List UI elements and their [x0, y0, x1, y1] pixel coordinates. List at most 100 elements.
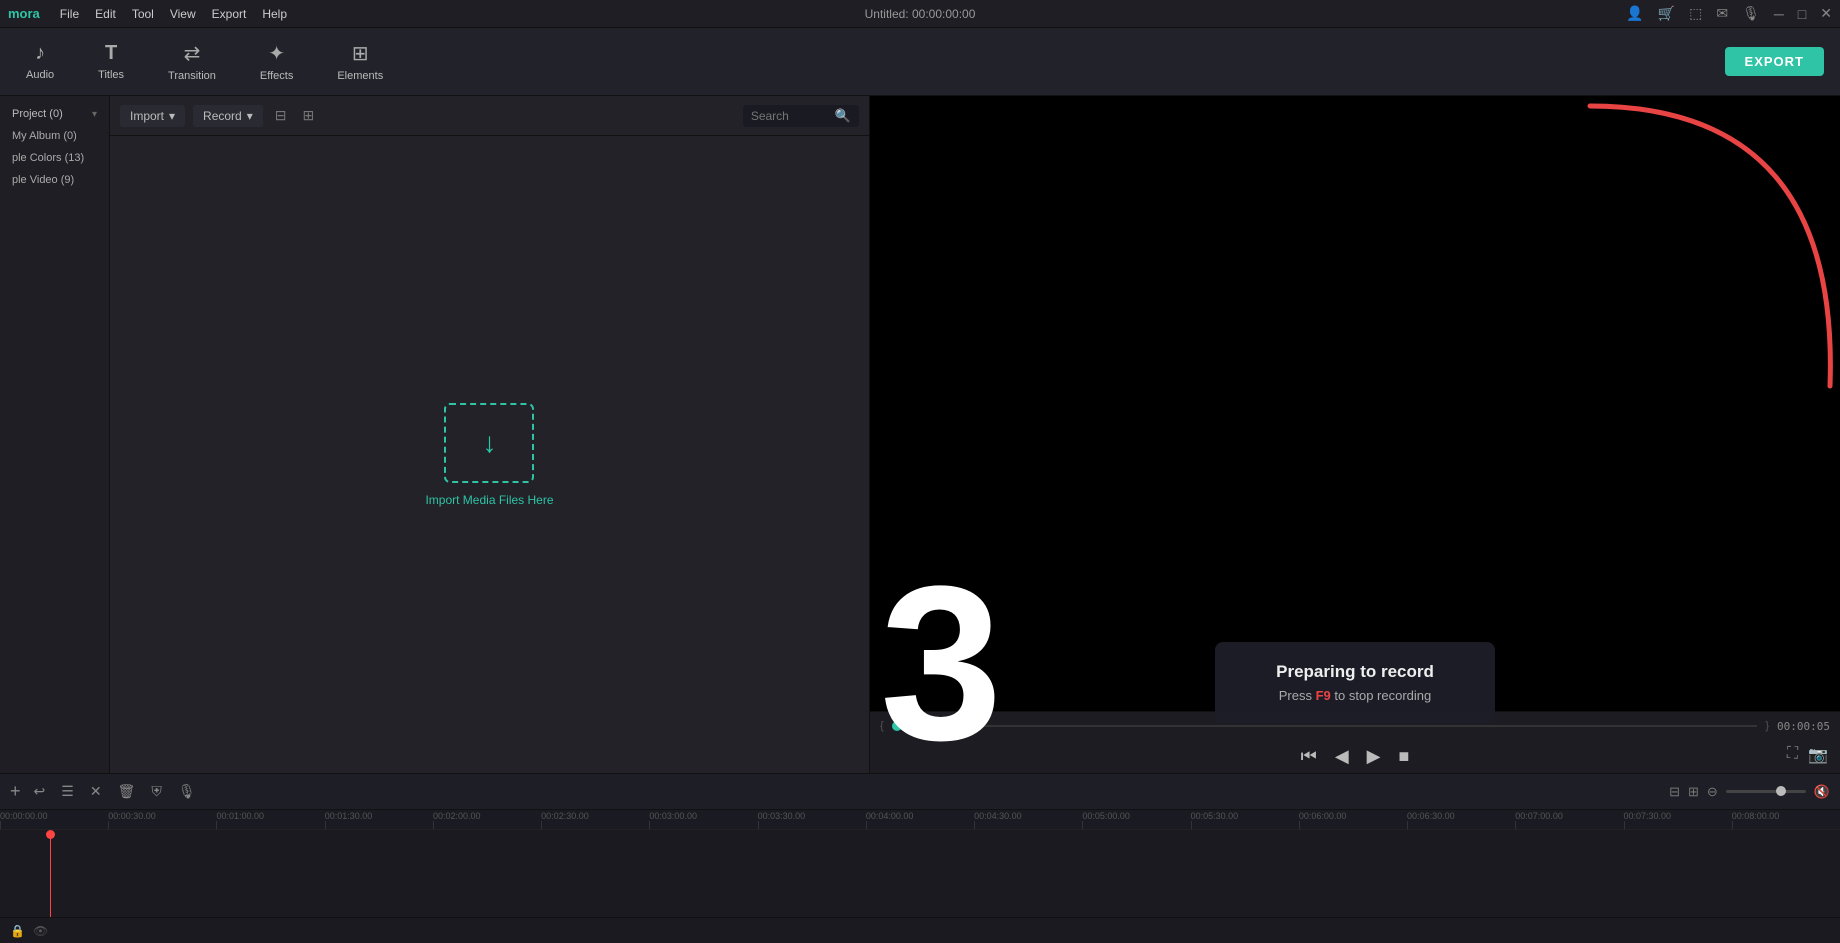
step-back-button[interactable]: ⏮: [1301, 746, 1317, 767]
arc-container: [1580, 96, 1840, 396]
sidebar: Project (0) ▾ My Album (0) ple Colors (1…: [0, 96, 110, 773]
play-button[interactable]: ▶: [1367, 746, 1381, 767]
record-chevron-icon: ▾: [247, 109, 253, 123]
app-logo: mora: [8, 6, 40, 21]
menu-view[interactable]: View: [162, 0, 204, 28]
sidebar-item-album[interactable]: My Album (0): [6, 126, 103, 146]
sidebar-item-video[interactable]: ple Video (9): [6, 170, 103, 190]
download-icon: ↓: [482, 427, 496, 459]
preview-video-area: 3 Preparing to record Press F9 to stop r…: [870, 96, 1840, 773]
record-overlay: Preparing to record Press F9 to stop rec…: [1215, 642, 1495, 723]
menu-bar: mora File Edit Tool View Export Help Unt…: [0, 0, 1840, 28]
menu-file[interactable]: File: [52, 0, 87, 28]
ruler-mark: 00:06:00.00: [1299, 811, 1407, 829]
import-box: ↓: [444, 403, 534, 483]
ruler-mark: 00:06:30.00: [1407, 811, 1515, 829]
window-title: Untitled: 00:00:00:00: [865, 7, 976, 21]
eye-icon[interactable]: 👁: [33, 924, 48, 938]
timeline-area: + ↩ ☰ ✕ 🗑 ⛨ 🎙 ⊟ ⊞ ⊖ 🔇 00:00:00.0000:00:3…: [0, 773, 1840, 943]
screen-icon[interactable]: ⬚: [1689, 5, 1702, 22]
tool-titles[interactable]: T Titles: [88, 36, 134, 87]
tool-elements[interactable]: ⊞ Elements: [327, 35, 393, 88]
fullscreen-icon[interactable]: ⛶: [1787, 745, 1798, 765]
mail-icon[interactable]: ✉: [1716, 5, 1728, 22]
tool-transition[interactable]: ⇄ Transition: [158, 35, 226, 88]
mic-icon[interactable]: 🎙: [1742, 5, 1760, 22]
record-button[interactable]: Record ▾: [193, 105, 263, 127]
ruler-mark: 00:03:30.00: [758, 811, 866, 829]
tool-audio[interactable]: ♪ Audio: [16, 36, 64, 87]
sidebar-item-colors[interactable]: ple Colors (13): [6, 148, 103, 168]
list-button[interactable]: ☰: [58, 780, 77, 803]
progress-track[interactable]: [910, 725, 1758, 727]
record-overlay-title: Preparing to record: [1251, 662, 1459, 682]
elements-icon: ⊞: [352, 41, 369, 66]
search-input[interactable]: [751, 109, 831, 123]
ruler-mark: 00:01:30.00: [325, 811, 433, 829]
ruler-mark: 00:00:30.00: [108, 811, 216, 829]
filter-icon[interactable]: ⊟: [271, 107, 291, 124]
shield-button[interactable]: ⛨: [148, 780, 165, 803]
timeline-footer: 🔒 👁: [0, 917, 1840, 943]
remove-icon[interactable]: ⊖: [1707, 784, 1718, 800]
snapshot-buttons: ⛶ 📷: [1787, 745, 1828, 765]
export-button[interactable]: EXPORT: [1725, 47, 1824, 76]
preview-panel-wrap: 3 Preparing to record Press F9 to stop r…: [870, 96, 1840, 773]
close-track-button[interactable]: ✕: [87, 780, 105, 803]
toolbar: ♪ Audio T Titles ⇄ Transition ✦ Effects …: [0, 28, 1840, 96]
audio-record-button[interactable]: 🎙: [175, 780, 199, 803]
menu-export[interactable]: Export: [204, 0, 255, 28]
ruler-mark: 00:05:00.00: [1082, 811, 1190, 829]
grid-icon[interactable]: ⊞: [299, 107, 319, 124]
mute-icon[interactable]: 🔇: [1814, 784, 1830, 800]
tool-effects[interactable]: ✦ Effects: [250, 35, 303, 88]
playback-controls: ⏮ ◀ ▶ ■: [870, 740, 1840, 773]
import-button[interactable]: Import ▾: [120, 105, 185, 127]
ruler-mark: 00:04:30.00: [974, 811, 1082, 829]
menu-tool[interactable]: Tool: [124, 0, 162, 28]
media-content: ↓ Import Media Files Here: [110, 136, 869, 773]
import-chevron-icon: ▾: [169, 109, 175, 123]
screenshot-icon[interactable]: 📷: [1808, 745, 1828, 765]
ruler-mark: 00:05:30.00: [1191, 811, 1299, 829]
search-box: 🔍: [743, 105, 859, 127]
zoom-slider[interactable]: [1726, 790, 1806, 793]
maximize-icon[interactable]: □: [1798, 6, 1806, 22]
audio-icon: ♪: [35, 42, 45, 65]
ruler-mark: 00:02:00.00: [433, 811, 541, 829]
minimize-icon[interactable]: ─: [1774, 6, 1784, 22]
sidebar-header: Project (0) ▾: [6, 104, 103, 124]
ruler-marks: 00:00:00.0000:00:30.0000:01:00.0000:01:3…: [0, 811, 1790, 829]
add-frame-icon[interactable]: ⊞: [1688, 784, 1699, 800]
close-icon[interactable]: ✕: [1820, 5, 1832, 22]
window-controls: 👤 🛒 ⬚ ✉ 🎙 ─ □ ✕: [1626, 5, 1832, 22]
lock-icon[interactable]: 🔒: [10, 924, 25, 938]
main-area: Project (0) ▾ My Album (0) ple Colors (1…: [0, 96, 1840, 773]
import-drop-area[interactable]: ↓ Import Media Files Here: [425, 403, 553, 507]
settings-icon[interactable]: ⊟: [1669, 784, 1680, 800]
sidebar-collapse-icon[interactable]: ▾: [92, 109, 97, 120]
ruler-mark: 00:07:30.00: [1624, 811, 1732, 829]
ruler-mark: 00:03:00.00: [649, 811, 757, 829]
ruler-mark: 00:02:30.00: [541, 811, 649, 829]
out-point-bracket[interactable]: }: [1765, 720, 1769, 732]
search-icon[interactable]: 🔍: [835, 108, 851, 124]
user-icon[interactable]: 👤: [1626, 5, 1643, 22]
play-back-button[interactable]: ◀: [1335, 746, 1349, 767]
ruler-mark: 00:01:00.00: [216, 811, 324, 829]
ruler-mark: 00:04:00.00: [866, 811, 974, 829]
countdown-display: 3: [870, 553, 1002, 773]
menu-edit[interactable]: Edit: [87, 0, 124, 28]
titles-icon: T: [105, 42, 117, 65]
transition-icon: ⇄: [184, 41, 201, 66]
menu-help[interactable]: Help: [254, 0, 295, 28]
undo-button[interactable]: ↩: [31, 780, 49, 803]
delete-button[interactable]: 🗑: [115, 780, 139, 803]
add-track-button[interactable]: +: [10, 781, 21, 802]
zoom-slider-thumb: [1776, 786, 1786, 796]
media-panel: Import ▾ Record ▾ ⊟ ⊞ 🔍 ↓ Import Media F…: [110, 96, 870, 773]
ruler-mark: 00:00:00.00: [0, 811, 108, 829]
stop-button[interactable]: ■: [1399, 746, 1410, 767]
ruler-mark: 00:07:00.00: [1515, 811, 1623, 829]
cart-icon[interactable]: 🛒: [1658, 5, 1675, 22]
